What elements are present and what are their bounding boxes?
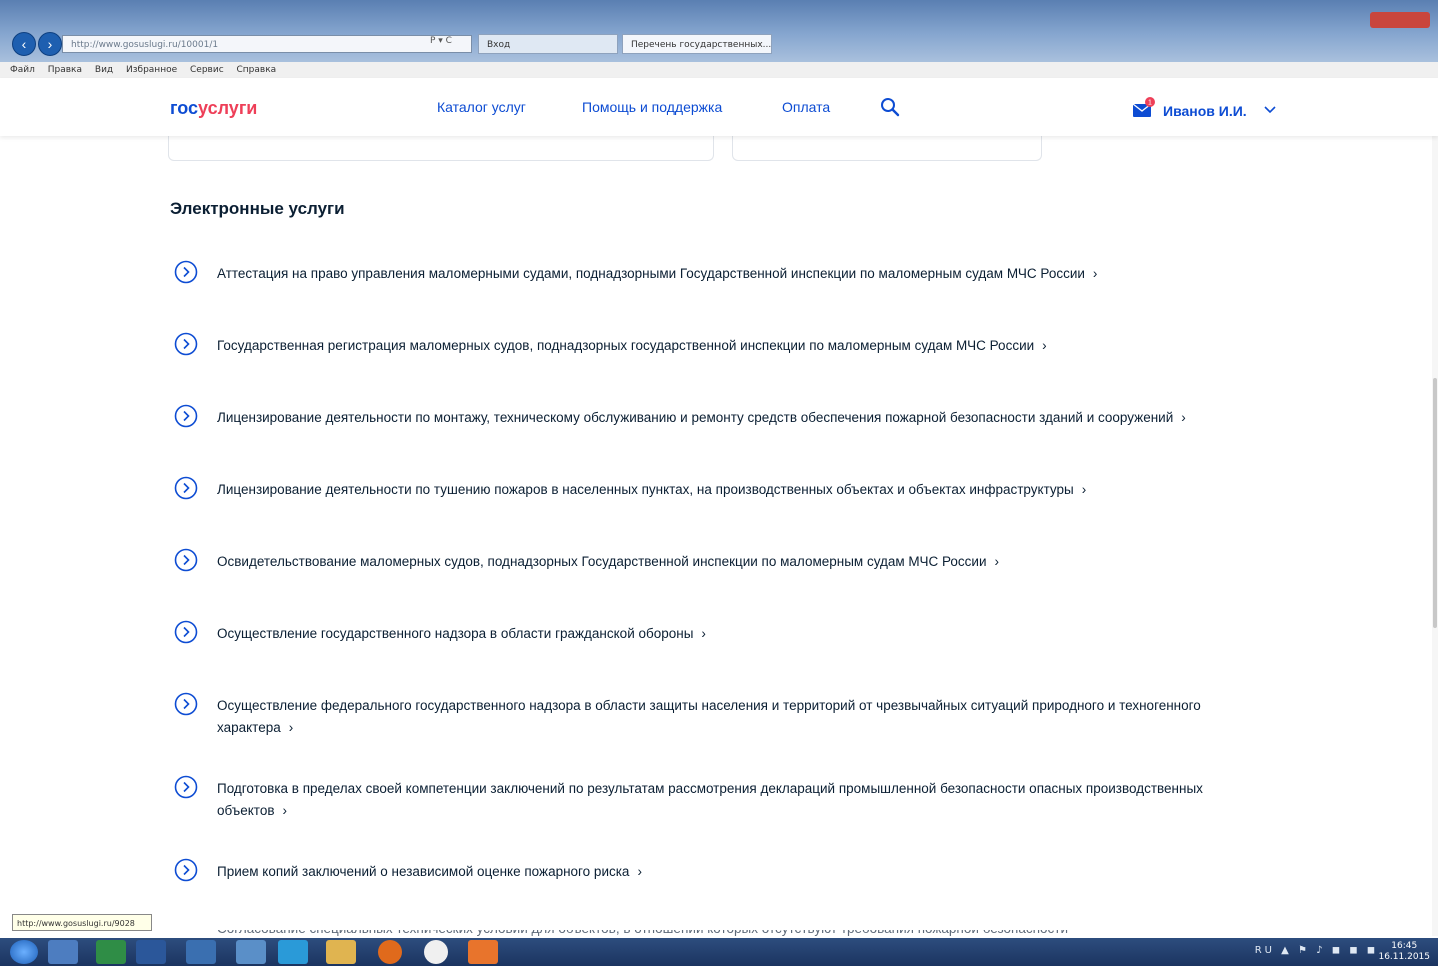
back-button[interactable]: ‹ bbox=[12, 32, 36, 56]
browser-toolbar: ‹ › http://www.gosuslugi.ru/10001/1 P ▾ … bbox=[0, 0, 1438, 62]
service-title[interactable]: Лицензирование деятельности по тушению п… bbox=[217, 482, 1074, 497]
nav-help[interactable]: Помощь и поддержка bbox=[582, 99, 722, 115]
browser-tab-2[interactable]: Перечень государственных... bbox=[622, 34, 772, 54]
chevron-right-icon: › bbox=[282, 803, 288, 818]
app-icon[interactable] bbox=[468, 940, 498, 964]
file-explorer-icon[interactable] bbox=[326, 940, 356, 964]
clock-date: 16.11.2015 bbox=[1378, 952, 1430, 962]
service-title[interactable]: Прием копий заключений о независимой оце… bbox=[217, 864, 629, 879]
arrow-circle-icon bbox=[174, 775, 198, 799]
menu-help[interactable]: Справка bbox=[237, 65, 277, 75]
arrow-circle-icon bbox=[174, 404, 198, 428]
scrollbar-thumb[interactable] bbox=[1433, 378, 1437, 628]
service-title[interactable]: Государственная регистрация маломерных с… bbox=[217, 338, 1034, 353]
service-title[interactable]: Осуществление федерального государственн… bbox=[217, 698, 1201, 735]
search-icon[interactable] bbox=[880, 97, 900, 117]
arrow-circle-icon bbox=[174, 476, 198, 500]
user-menu[interactable]: Иванов И.И. bbox=[1163, 103, 1247, 119]
service-title[interactable]: Лицензирование деятельности по монтажу, … bbox=[217, 410, 1173, 425]
chevron-right-icon: › bbox=[288, 720, 294, 735]
section-title: Электронные услуги bbox=[170, 199, 345, 218]
chevron-down-icon[interactable] bbox=[1264, 105, 1276, 115]
service-title[interactable]: Подготовка в пределах своей компетенции … bbox=[217, 781, 1203, 818]
nav-catalog[interactable]: Каталог услуг bbox=[437, 99, 526, 115]
address-actions[interactable]: P ▾ C bbox=[430, 36, 452, 46]
taskbar: RU ▲ ⚑ ♪ ◼ ◼ ◼ 16:45 16.11.2015 bbox=[0, 938, 1438, 966]
user-app-icon[interactable] bbox=[236, 940, 266, 964]
clock[interactable]: 16:45 16.11.2015 bbox=[1378, 941, 1430, 963]
chevron-right-icon: › bbox=[994, 554, 1000, 569]
browser-tab-1[interactable]: Вход bbox=[478, 34, 618, 54]
service-title[interactable]: Освидетельствование маломерных судов, по… bbox=[217, 554, 987, 569]
menu-file[interactable]: Файл bbox=[10, 65, 35, 75]
show-desktop-icon[interactable] bbox=[48, 940, 78, 964]
yandex-icon[interactable] bbox=[424, 940, 448, 964]
site-logo[interactable]: госуслуги bbox=[170, 98, 257, 119]
clock-time: 16:45 bbox=[1391, 941, 1418, 951]
word-icon[interactable] bbox=[136, 940, 166, 964]
arrow-circle-icon bbox=[174, 620, 198, 644]
nav-payment[interactable]: Оплата bbox=[782, 99, 830, 115]
notifications-mail-icon[interactable]: 1 bbox=[1132, 96, 1156, 118]
chevron-right-icon: › bbox=[1081, 482, 1087, 497]
chevron-right-icon: › bbox=[1042, 338, 1047, 353]
logo-part-gos: гос bbox=[170, 98, 199, 118]
chevron-right-icon: › bbox=[1181, 410, 1186, 425]
browser-menubar: Файл Правка Вид Избранное Сервис Справка bbox=[0, 62, 1438, 79]
menu-edit[interactable]: Правка bbox=[48, 65, 82, 75]
window-close-button[interactable] bbox=[1370, 12, 1430, 28]
notification-count: 1 bbox=[1148, 100, 1152, 107]
excel-icon[interactable] bbox=[96, 940, 126, 964]
arrow-circle-icon bbox=[174, 858, 198, 882]
internet-explorer-icon[interactable] bbox=[278, 940, 308, 964]
logo-part-uslugi: услуги bbox=[198, 98, 258, 118]
forward-button[interactable]: › bbox=[38, 32, 62, 56]
site-header: госуслуги Каталог услуг Помощь и поддерж… bbox=[0, 78, 1438, 136]
arrow-circle-icon bbox=[174, 692, 198, 716]
firefox-icon[interactable] bbox=[378, 940, 402, 964]
system-tray[interactable]: RU ▲ ⚑ ♪ ◼ ◼ ◼ bbox=[1255, 945, 1378, 956]
page-scrollbar[interactable] bbox=[1432, 78, 1438, 936]
status-bar-url: http://www.gosuslugi.ru/9028 bbox=[12, 914, 152, 931]
menu-view[interactable]: Вид bbox=[95, 65, 113, 75]
menu-tools[interactable]: Сервис bbox=[190, 65, 224, 75]
app-icon[interactable] bbox=[186, 940, 216, 964]
service-title[interactable]: Аттестация на право управления маломерны… bbox=[217, 266, 1085, 281]
chevron-right-icon: › bbox=[637, 864, 642, 879]
service-title[interactable]: Согласование специальных технических усл… bbox=[217, 930, 1234, 938]
chevron-right-icon: › bbox=[1092, 266, 1098, 281]
arrow-circle-icon bbox=[174, 260, 198, 284]
menu-favorites[interactable]: Избранное bbox=[126, 65, 177, 75]
address-bar[interactable]: http://www.gosuslugi.ru/10001/1 bbox=[62, 35, 472, 53]
start-button[interactable] bbox=[10, 940, 38, 964]
service-title[interactable]: Осуществление государственного надзора в… bbox=[217, 626, 693, 641]
arrow-circle-icon bbox=[174, 332, 198, 356]
chevron-right-icon: › bbox=[701, 626, 706, 641]
service-link-partial[interactable]: Согласование специальных технических усл… bbox=[174, 930, 1234, 938]
arrow-circle-icon bbox=[174, 548, 198, 572]
